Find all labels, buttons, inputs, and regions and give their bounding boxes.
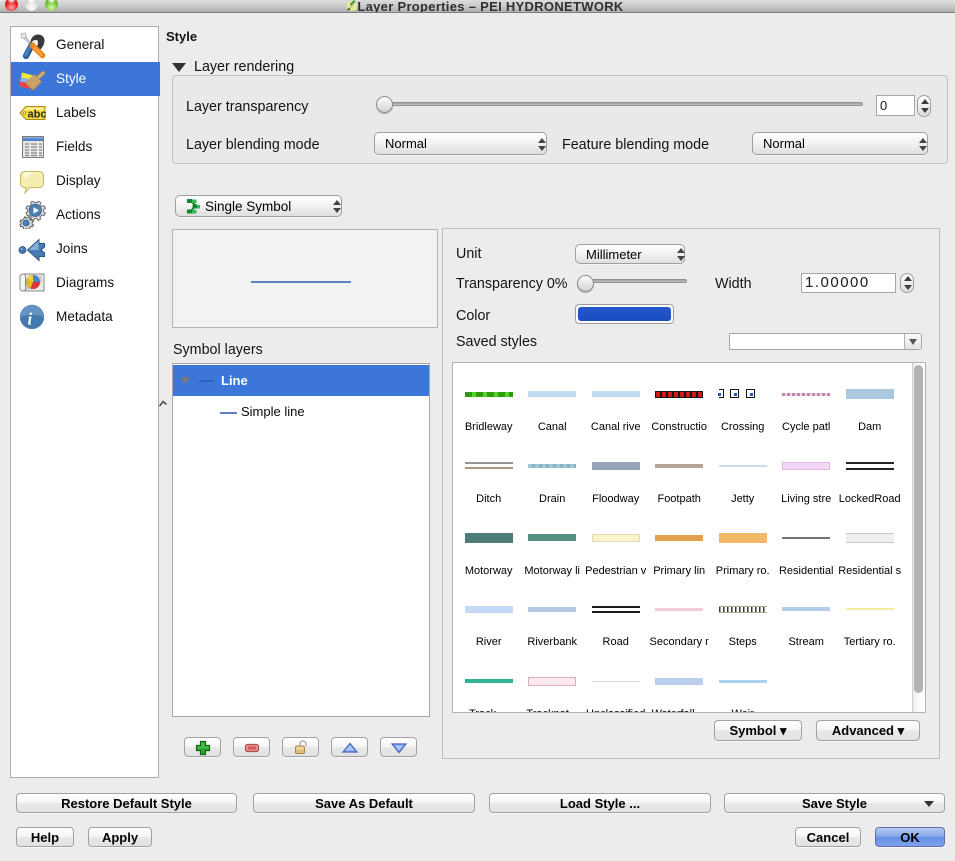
svg-text:abc: abc bbox=[28, 109, 47, 121]
svg-text:i: i bbox=[28, 310, 33, 329]
